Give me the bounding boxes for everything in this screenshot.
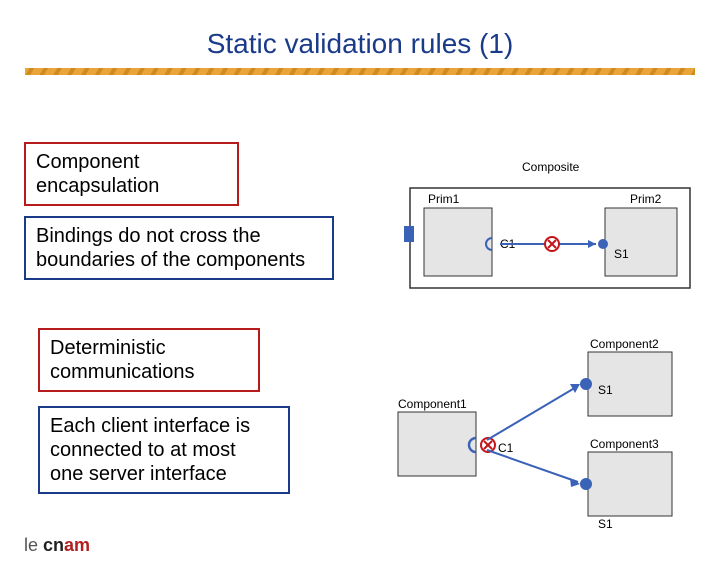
encapsulation-title-box: Component encapsulation bbox=[24, 142, 239, 206]
title-underline bbox=[25, 68, 695, 75]
composite-client-port bbox=[404, 226, 414, 242]
deterministic-title-text: Deterministic communications bbox=[50, 337, 195, 383]
component2-label: Component2 bbox=[590, 337, 659, 351]
component3-server-interface bbox=[580, 478, 592, 490]
binding-arrowhead-up bbox=[570, 384, 580, 393]
prim2-s1-label: S1 bbox=[614, 247, 629, 261]
prim1-label: Prim1 bbox=[428, 192, 460, 206]
prim2-box bbox=[605, 208, 677, 276]
component3-label: Component3 bbox=[590, 437, 659, 451]
encapsulation-rule-text: Bindings do not cross the boundaries of … bbox=[36, 225, 305, 271]
logo-am: am bbox=[64, 535, 90, 555]
prim2-label: Prim2 bbox=[630, 192, 662, 206]
component1-c1-label: C1 bbox=[498, 441, 514, 455]
deterministic-title-box: Deterministic communications bbox=[38, 328, 260, 392]
encapsulation-rule-box: Bindings do not cross the boundaries of … bbox=[24, 216, 334, 280]
component2-server-interface bbox=[580, 378, 592, 390]
component3-s1-label: S1 bbox=[598, 517, 613, 531]
composite-label: Composite bbox=[522, 160, 580, 174]
component2-s1-label: S1 bbox=[598, 383, 613, 397]
binding-arrow-down bbox=[487, 450, 578, 482]
deterministic-rule-box: Each client interface is connected to at… bbox=[38, 406, 290, 494]
prim2-server-interface bbox=[598, 239, 608, 249]
component1-box bbox=[398, 412, 476, 476]
encapsulation-title-text: Component encapsulation bbox=[36, 151, 159, 197]
logo-le: le bbox=[24, 535, 43, 555]
page-title: Static validation rules (1) bbox=[0, 28, 720, 60]
prim1-box bbox=[424, 208, 492, 276]
component1-label: Component1 bbox=[398, 397, 467, 411]
binding-arrowhead-down bbox=[570, 478, 580, 487]
error-icon bbox=[545, 237, 559, 251]
binding-arrow-up bbox=[487, 386, 578, 440]
logo-cn: cn bbox=[43, 535, 64, 555]
component3-box bbox=[588, 452, 672, 516]
logo: le cnam bbox=[24, 535, 90, 556]
encapsulation-diagram: Composite Prim1 C1 Prim2 S1 bbox=[400, 148, 700, 298]
deterministic-diagram: Component1 C1 Component2 S1 Component3 S… bbox=[380, 328, 700, 538]
deterministic-rule-text: Each client interface is connected to at… bbox=[50, 415, 250, 485]
